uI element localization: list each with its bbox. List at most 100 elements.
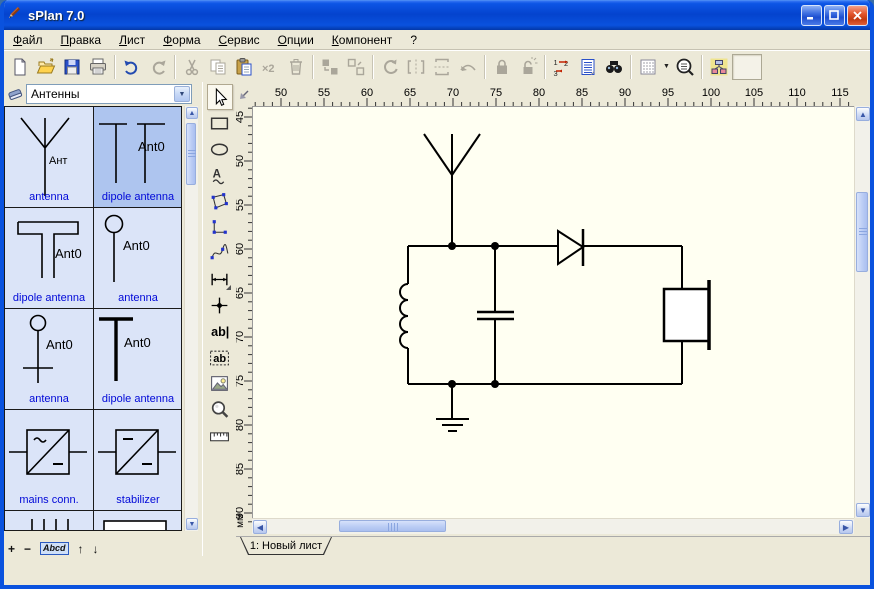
menu-item-4[interactable]: Форма — [154, 31, 209, 49]
unlock-button[interactable] — [515, 54, 541, 80]
lock-button[interactable] — [489, 54, 515, 80]
mirror-horizontal-button[interactable] — [403, 54, 429, 80]
horizontal-scrollbar[interactable]: ◀ ▶ — [252, 518, 854, 534]
toolbar-separator — [174, 55, 176, 79]
move-up-button[interactable]: ↑ — [78, 542, 84, 556]
component-list-button[interactable] — [575, 54, 601, 80]
toolbar-separator — [114, 55, 116, 79]
component-dipole-antenna-2[interactable]: Ant0dipole antenna — [5, 208, 93, 308]
tool-polygon[interactable] — [207, 188, 233, 214]
scroll-left-icon[interactable]: ◀ — [253, 520, 267, 534]
menu-item-6[interactable]: Опции — [269, 31, 323, 49]
menu-item-1[interactable]: Файл — [4, 31, 52, 49]
title-bar[interactable]: sPlan 7.0 — [0, 0, 874, 30]
library-select[interactable]: Антенны ▼ — [26, 84, 192, 104]
svg-text:105: 105 — [745, 87, 763, 99]
grid-settings-button[interactable] — [635, 54, 661, 80]
grid-settings-dropdown-icon[interactable]: ▼ — [661, 54, 672, 80]
component-antenna-3[interactable]: Ant0antenna — [94, 208, 182, 308]
tool-dimension[interactable] — [207, 266, 233, 292]
rename-abcd-button[interactable]: Abcd — [40, 542, 69, 555]
cut-button[interactable] — [179, 54, 205, 80]
ungroup-button[interactable] — [343, 54, 369, 80]
svg-text:70: 70 — [236, 331, 246, 343]
new-button[interactable] — [7, 54, 33, 80]
menu-item-2[interactable]: Правка — [52, 31, 111, 49]
delete-button[interactable] — [283, 54, 309, 80]
tool-text[interactable]: ab| — [207, 318, 233, 344]
rotate-button[interactable] — [377, 54, 403, 80]
menu-item-3[interactable]: Лист — [110, 31, 154, 49]
tool-zoom[interactable] — [207, 396, 233, 422]
toolbar-separator — [484, 55, 486, 79]
mirror-vertical-button[interactable] — [429, 54, 455, 80]
component-dipole-antenna-5[interactable]: Ant0dipole antenna — [94, 309, 182, 409]
component-mains-conn--6[interactable]: mains conn. — [5, 410, 93, 510]
tool-special-form[interactable]: A — [207, 162, 233, 188]
ruler-origin-button[interactable] — [236, 84, 252, 106]
vertical-scrollbar[interactable]: ▲ ▼ — [854, 106, 870, 518]
minimize-button[interactable] — [801, 5, 822, 26]
group-button[interactable] — [317, 54, 343, 80]
search-button[interactable] — [601, 54, 627, 80]
redo-button[interactable] — [145, 54, 171, 80]
tool-text-box[interactable]: ab — [207, 344, 233, 370]
svg-text:55: 55 — [236, 199, 246, 211]
menu-item-7[interactable]: Компонент — [323, 31, 402, 49]
duplicate-x2-button[interactable]: ×2 — [257, 54, 283, 80]
menu-item-8[interactable]: ? — [401, 31, 426, 49]
schematic-drawing[interactable] — [253, 107, 855, 519]
renumber-button[interactable]: 123 — [549, 54, 575, 80]
empty-toggle-button[interactable] — [732, 54, 762, 80]
tool-rectangle[interactable] — [207, 110, 233, 136]
open-button[interactable] — [33, 54, 59, 80]
component-antenna-0[interactable]: Антantenna — [5, 107, 93, 207]
component-partial-8[interactable] — [5, 511, 93, 531]
component-stabilizer-7[interactable]: stabilizer — [94, 410, 182, 510]
menu-item-5[interactable]: Сервис — [210, 31, 269, 49]
copy-button[interactable] — [205, 54, 231, 80]
paste-button[interactable] — [231, 54, 257, 80]
scroll-up-icon[interactable]: ▲ — [186, 107, 198, 119]
svg-text:50: 50 — [275, 87, 287, 99]
sidebar-scroll-thumb[interactable] — [186, 123, 196, 185]
component-dipole-antenna-1[interactable]: Ant0dipole antenna — [94, 107, 182, 207]
print-button[interactable] — [85, 54, 111, 80]
tool-ellipse[interactable] — [207, 136, 233, 162]
link-mode-button[interactable] — [706, 54, 732, 80]
undo-button[interactable] — [119, 54, 145, 80]
component-partial-9[interactable] — [94, 511, 182, 531]
sidebar-scrollbar[interactable]: ▲ ▼ — [184, 106, 198, 531]
scroll-up-icon[interactable]: ▲ — [856, 107, 870, 121]
tool-polyline[interactable] — [207, 214, 233, 240]
library-icon[interactable] — [4, 84, 26, 104]
horizontal-scroll-thumb[interactable] — [339, 520, 446, 532]
scroll-down-icon[interactable]: ▼ — [856, 503, 870, 517]
tool-node[interactable] — [207, 292, 233, 318]
drawing-canvas[interactable] — [252, 106, 854, 518]
vertical-scroll-thumb[interactable] — [856, 192, 868, 272]
scroll-down-icon[interactable]: ▼ — [186, 518, 198, 530]
component-label: antenna — [94, 292, 182, 304]
add-button[interactable]: + — [8, 542, 15, 556]
remove-button[interactable]: − — [24, 542, 31, 556]
sheet-tab[interactable]: 1: Новый лист — [240, 537, 332, 555]
tool-bezier[interactable] — [207, 240, 233, 266]
vertical-ruler: 45505560657075808590мм — [236, 106, 252, 534]
tool-image[interactable] — [207, 370, 233, 396]
zoom-view-button[interactable] — [672, 54, 698, 80]
flip-button[interactable] — [455, 54, 481, 80]
app-icon — [6, 5, 22, 26]
combo-dropdown-icon[interactable]: ▼ — [174, 86, 190, 102]
maximize-button[interactable] — [824, 5, 845, 26]
save-button[interactable] — [59, 54, 85, 80]
tool-measure[interactable] — [207, 422, 233, 448]
component-antenna-4[interactable]: Ant0antenna — [5, 309, 93, 409]
close-button[interactable] — [847, 5, 868, 26]
move-down-button[interactable]: ↓ — [93, 542, 99, 556]
tool-select[interactable] — [207, 84, 233, 110]
svg-text:65: 65 — [236, 287, 246, 299]
svg-text:Ант: Ант — [49, 155, 67, 167]
scroll-right-icon[interactable]: ▶ — [839, 520, 853, 534]
svg-text:55: 55 — [318, 87, 330, 99]
